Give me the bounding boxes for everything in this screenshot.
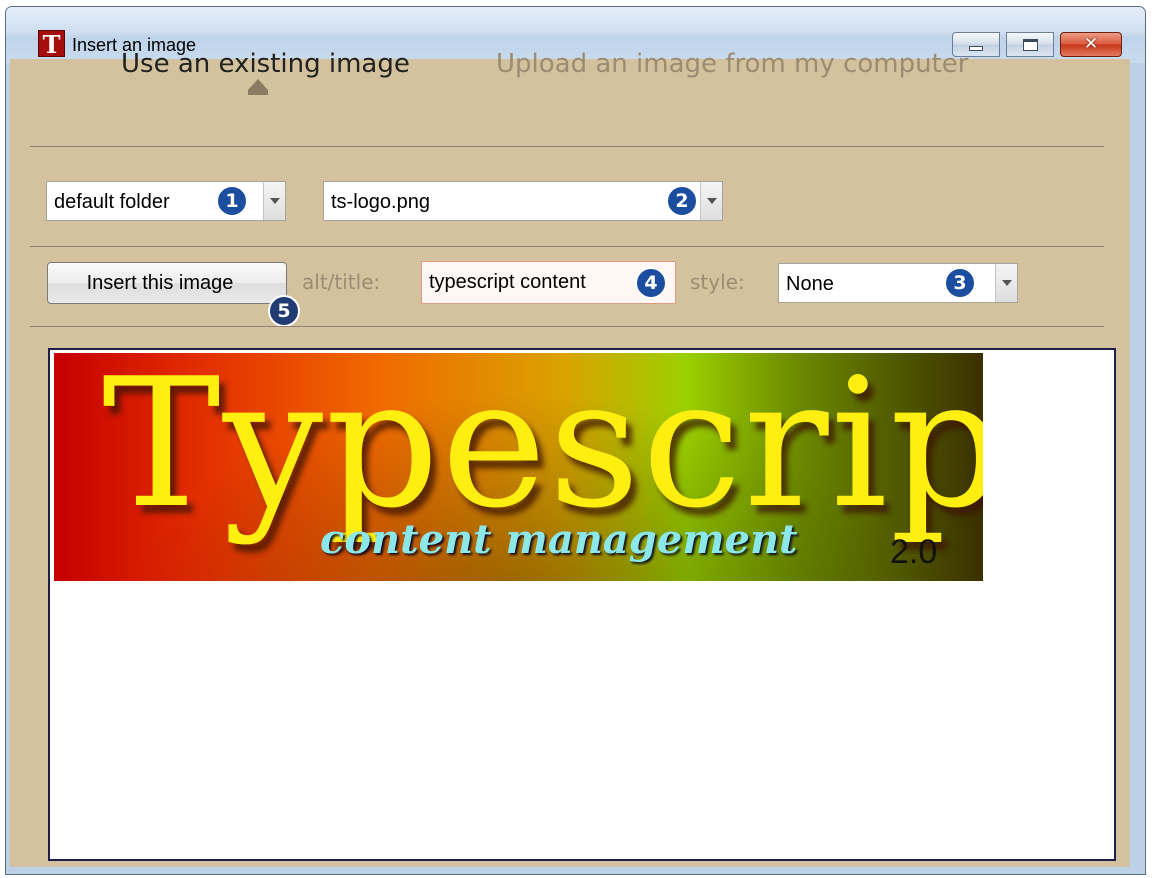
chevron-down-icon[interactable] xyxy=(995,264,1017,302)
chevron-down-icon[interactable] xyxy=(700,182,722,220)
style-select-value: None xyxy=(786,273,834,295)
folder-select-value: default folder xyxy=(54,191,170,213)
logo-title: Typescript xyxy=(102,353,983,547)
tab-use-existing-image[interactable]: Use an existing image xyxy=(121,49,410,79)
file-select[interactable]: ts-logo.png xyxy=(323,181,723,221)
insert-image-button[interactable]: Insert this image xyxy=(47,262,287,304)
logo-version: 2.0 xyxy=(890,533,938,571)
app-icon: T xyxy=(38,30,65,58)
callout-badge-1: 1 xyxy=(216,185,248,217)
close-icon: ✕ xyxy=(1083,34,1099,54)
logo-subtitle: content management xyxy=(320,516,798,563)
chevron-down-icon[interactable] xyxy=(263,182,285,220)
callout-badge-2: 2 xyxy=(666,185,698,217)
callout-badge-4: 4 xyxy=(635,267,667,299)
folder-select[interactable]: default folder xyxy=(46,181,286,221)
file-select-value: ts-logo.png xyxy=(331,191,430,213)
maximize-icon xyxy=(1022,38,1038,51)
style-select[interactable]: None xyxy=(778,263,1018,303)
divider xyxy=(30,326,1104,327)
minimize-icon xyxy=(969,46,983,51)
alt-title-label: alt/title: xyxy=(302,270,381,294)
callout-badge-3: 3 xyxy=(944,267,976,299)
tab-upload-image[interactable]: Upload an image from my computer xyxy=(496,49,968,79)
divider xyxy=(30,146,1104,147)
active-tab-indicator xyxy=(248,79,268,90)
preview-image-typescript-logo: Typescript content management 2.0 xyxy=(54,353,983,581)
close-button[interactable]: ✕ xyxy=(1060,32,1122,57)
style-label: style: xyxy=(690,270,745,294)
active-tab-indicator-base xyxy=(248,90,268,95)
maximize-button[interactable] xyxy=(1006,32,1054,57)
callout-badge-5: 5 xyxy=(268,295,300,327)
divider xyxy=(30,246,1104,247)
